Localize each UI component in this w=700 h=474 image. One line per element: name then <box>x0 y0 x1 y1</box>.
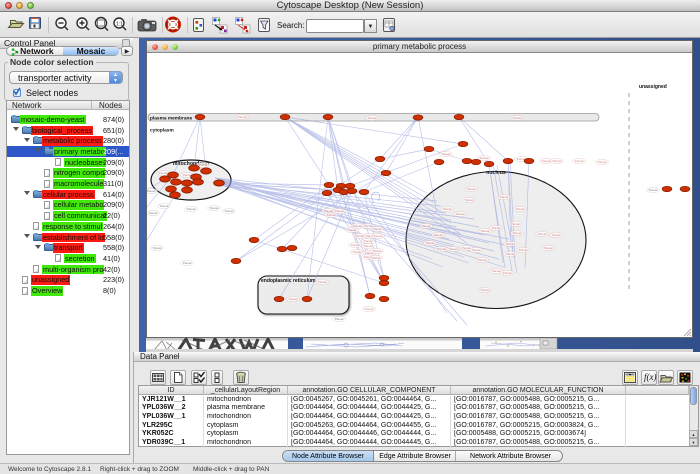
svg-text:Yxx-xx: Yxx-xx <box>465 198 475 202</box>
svg-text:Yxx-xx: Yxx-xx <box>373 227 383 231</box>
svg-text:unassigned: unassigned <box>639 84 667 90</box>
svg-text:Yxx-xx: Yxx-xx <box>372 256 382 260</box>
svg-text:Yxx-xx: Yxx-xx <box>519 248 529 252</box>
svg-text:Yxx-xx: Yxx-xx <box>351 243 361 247</box>
svg-text:Yxx-xx: Yxx-xx <box>481 229 491 233</box>
svg-text:Yxx-xx: Yxx-xx <box>516 207 526 211</box>
svg-text:Yxx-xx: Yxx-xx <box>289 297 299 301</box>
svg-text:Yxx-xx: Yxx-xx <box>542 159 552 163</box>
svg-text:Yxx-xx: Yxx-xx <box>364 239 374 243</box>
svg-text:Yxx-xx: Yxx-xx <box>355 234 365 238</box>
svg-text:Yxx-xx: Yxx-xx <box>500 195 510 199</box>
svg-text:Yxx-xx: Yxx-xx <box>552 233 562 237</box>
svg-text:Yxx-xx: Yxx-xx <box>373 249 383 253</box>
svg-text:Yxx-xx: Yxx-xx <box>513 231 523 235</box>
svg-text:Yxx-xx: Yxx-xx <box>335 209 345 213</box>
svg-text:Yxx-xx: Yxx-xx <box>348 228 358 232</box>
svg-text:Yxx-xx: Yxx-xx <box>365 307 375 311</box>
svg-text:Yxx-xx: Yxx-xx <box>318 280 328 284</box>
svg-text:Yxx-xx: Yxx-xx <box>480 156 490 160</box>
svg-text:1:1: 1:1 <box>116 22 123 28</box>
svg-text:Yxx-xx: Yxx-xx <box>538 232 548 236</box>
svg-text:Yxx-xx: Yxx-xx <box>506 242 516 246</box>
svg-text:Yxx-xx: Yxx-xx <box>210 206 220 210</box>
svg-text:nucleus: nucleus <box>486 170 506 176</box>
svg-text:Yxx-xx: Yxx-xx <box>364 244 374 248</box>
svg-text:Yxx-xx: Yxx-xx <box>187 207 197 211</box>
svg-text:Yxx-xx: Yxx-xx <box>456 212 466 216</box>
svg-text:plasma membrane: plasma membrane <box>150 115 192 121</box>
svg-text:Yxx-xx: Yxx-xx <box>472 248 482 252</box>
svg-text:Yxx-xx: Yxx-xx <box>160 204 170 208</box>
svg-text:Yxx-xx: Yxx-xx <box>374 234 384 238</box>
svg-text:Yxx-xx: Yxx-xx <box>443 207 453 211</box>
svg-text:Yxx-xx: Yxx-xx <box>238 115 248 119</box>
svg-text:Yxx-xx: Yxx-xx <box>598 160 608 164</box>
svg-text:Yxx-xx: Yxx-xx <box>492 269 502 273</box>
svg-text:Yxx-xx: Yxx-xx <box>481 288 491 292</box>
svg-text:Yxx-xx: Yxx-xx <box>327 213 337 217</box>
svg-text:cytoplasm: cytoplasm <box>150 127 174 133</box>
svg-text:Yxx-xx: Yxx-xx <box>147 189 156 193</box>
svg-text:Yxx-xx: Yxx-xx <box>503 271 513 275</box>
svg-text:Yxx-xx: Yxx-xx <box>544 246 554 250</box>
svg-text:Yxx-xx: Yxx-xx <box>426 241 436 245</box>
svg-text:Yxx-xx: Yxx-xx <box>553 159 563 163</box>
svg-text:Yxx-xx: Yxx-xx <box>442 152 452 156</box>
svg-text:Yxx-xx: Yxx-xx <box>368 116 378 120</box>
svg-text:Yxx-xx: Yxx-xx <box>422 224 432 228</box>
svg-text:Yxx-xx: Yxx-xx <box>199 163 209 167</box>
svg-text:Yxx-xx: Yxx-xx <box>467 187 477 191</box>
svg-text:Yxx-xx: Yxx-xx <box>449 247 459 251</box>
svg-text:Yxx-xx: Yxx-xx <box>506 252 516 256</box>
svg-text:Yxx-xx: Yxx-xx <box>437 247 447 251</box>
svg-text:Yxx-xx: Yxx-xx <box>649 188 659 192</box>
svg-text:Yxx-xx: Yxx-xx <box>575 159 585 163</box>
svg-text:Yxx-xx: Yxx-xx <box>159 171 169 175</box>
svg-text:Yxx-xx: Yxx-xx <box>434 233 444 237</box>
svg-text:Yxx-xx: Yxx-xx <box>492 226 502 230</box>
svg-text:Yxx-xx: Yxx-xx <box>225 209 235 213</box>
svg-text:Yxx-xx: Yxx-xx <box>511 222 521 226</box>
svg-text:Yxx-xx: Yxx-xx <box>149 211 159 215</box>
svg-text:Yxx-xx: Yxx-xx <box>335 317 345 321</box>
svg-text:Yxx-xx: Yxx-xx <box>153 246 163 250</box>
svg-text:Yxx-xx: Yxx-xx <box>183 261 193 265</box>
svg-text:Yxx-xx: Yxx-xx <box>513 116 523 120</box>
svg-text:Yxx-xx: Yxx-xx <box>353 250 363 254</box>
svg-text:Yxx-xx: Yxx-xx <box>478 258 488 262</box>
